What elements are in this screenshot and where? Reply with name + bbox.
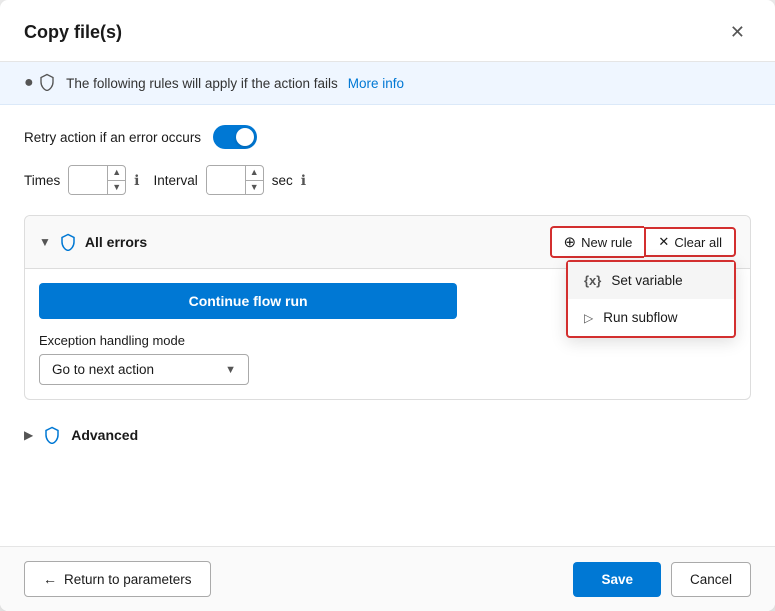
dialog-footer: ← Return to parameters Save Cancel [0,546,775,611]
times-down-button[interactable]: ▼ [107,181,125,195]
clear-all-button[interactable]: ✕ Clear all [644,227,736,257]
times-input[interactable]: 1 [69,166,107,194]
errors-section: ▼ All errors ⊕ New rule ✕ Clear all [24,215,751,400]
new-rule-dropdown: {x} Set variable ▷ Run subflow [566,260,736,338]
interval-input[interactable]: 2 [207,166,245,194]
retry-row: Retry action if an error occurs [24,125,751,149]
x-icon: ✕ [658,234,669,250]
footer-right: Save Cancel [573,562,751,597]
run-subflow-icon: ▷ [584,311,593,325]
close-icon: ✕ [730,22,745,43]
shield-icon: ● [24,74,56,92]
exception-selected-value: Go to next action [52,362,154,377]
errors-header-right: ⊕ New rule ✕ Clear all {x} Set variable [550,226,736,258]
return-label: Return to parameters [64,572,192,587]
times-interval-row: Times 1 ▲ ▼ ℹ Interval 2 ▲ ▼ [24,165,751,195]
advanced-shield-icon [43,426,61,444]
new-rule-button[interactable]: ⊕ New rule [550,226,645,258]
continue-flow-button[interactable]: Continue flow run [39,283,457,319]
retry-label: Retry action if an error occurs [24,130,201,145]
interval-spinner: 2 ▲ ▼ [206,165,264,195]
set-variable-icon: {x} [584,273,601,288]
errors-title: All errors [85,234,147,250]
dialog: Copy file(s) ✕ ● The following rules wil… [0,0,775,611]
errors-header: ▼ All errors ⊕ New rule ✕ Clear all [25,216,750,269]
times-label: Times [24,173,60,188]
set-variable-label: Set variable [611,273,682,288]
interval-up-button[interactable]: ▲ [245,166,263,181]
save-button[interactable]: Save [573,562,661,597]
exception-chevron-icon: ▼ [225,364,236,376]
arrow-left-icon: ← [43,571,57,587]
info-banner: ● The following rules will apply if the … [0,62,775,105]
return-to-parameters-button[interactable]: ← Return to parameters [24,561,211,597]
times-info-icon[interactable]: ℹ [134,172,139,189]
interval-group: Interval 2 ▲ ▼ sec ℹ [154,165,307,195]
clear-all-label: Clear all [674,235,722,250]
run-subflow-item[interactable]: ▷ Run subflow [568,299,734,336]
close-button[interactable]: ✕ [724,18,751,47]
plus-circle-icon: ⊕ [564,233,577,251]
new-rule-label: New rule [581,235,632,250]
interval-info-icon[interactable]: ℹ [301,172,306,189]
times-up-button[interactable]: ▲ [107,166,125,181]
run-subflow-label: Run subflow [603,310,677,325]
errors-shield-icon [59,233,77,251]
dialog-body: Retry action if an error occurs Times 1 … [0,105,775,546]
times-spinner: 1 ▲ ▼ [68,165,126,195]
exception-dropdown[interactable]: Go to next action ▼ [39,354,249,385]
dialog-header: Copy file(s) ✕ [0,0,775,62]
errors-chevron-icon[interactable]: ▼ [39,235,51,249]
times-group: Times 1 ▲ ▼ ℹ [24,165,140,195]
interval-down-button[interactable]: ▼ [245,181,263,195]
times-spinner-btns: ▲ ▼ [107,166,125,194]
more-info-link[interactable]: More info [348,76,404,91]
interval-spinner-btns: ▲ ▼ [245,166,263,194]
errors-header-left: ▼ All errors [39,233,147,251]
advanced-label: Advanced [71,427,138,443]
advanced-chevron-icon: ▶ [24,428,33,442]
cancel-button[interactable]: Cancel [671,562,751,597]
retry-toggle[interactable] [213,125,257,149]
info-text: The following rules will apply if the ac… [66,76,338,91]
interval-label: Interval [154,173,198,188]
set-variable-item[interactable]: {x} Set variable [568,262,734,299]
sec-label: sec [272,173,293,188]
dialog-title: Copy file(s) [24,22,122,43]
advanced-section[interactable]: ▶ Advanced [24,416,751,454]
